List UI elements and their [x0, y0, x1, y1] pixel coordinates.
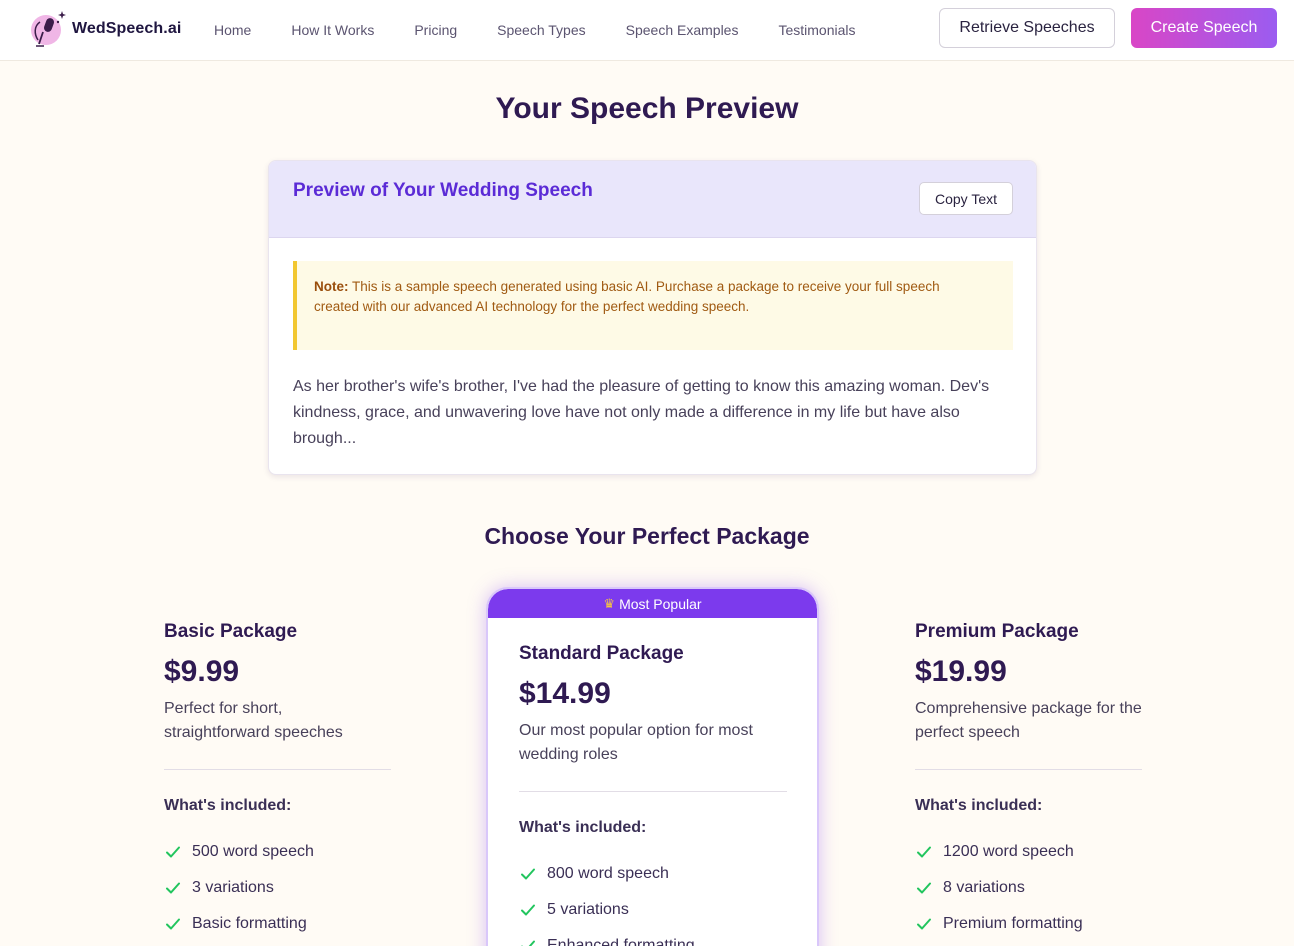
feature-label: 3 variations — [192, 879, 274, 896]
feature-label: Enhanced formatting — [547, 937, 695, 946]
feature-item: 8 variations — [915, 870, 1142, 906]
feature-label: 1200 word speech — [943, 843, 1074, 860]
included-heading: What's included: — [915, 797, 1043, 814]
package-price: $14.99 — [519, 677, 611, 710]
sample-note: Note: This is a sample speech generated … — [293, 261, 1013, 350]
preview-title: Preview of Your Wedding Speech — [293, 180, 593, 201]
feature-list: 1200 word speech 8 variations Premium fo… — [915, 834, 1142, 942]
feature-list: 500 word speech 3 variations Basic forma… — [164, 834, 391, 942]
note-text: This is a sample speech generated using … — [314, 279, 940, 314]
check-icon — [917, 918, 931, 930]
package-name: Standard Package — [519, 643, 684, 664]
nav-link-how-it-works[interactable]: How It Works — [291, 22, 374, 38]
package-price: $9.99 — [164, 655, 240, 688]
package-description: Our most popular option for most wedding… — [519, 722, 753, 763]
included-heading: What's included: — [519, 819, 647, 836]
package-description: Comprehensive package for the perfect sp… — [915, 700, 1142, 741]
check-icon — [166, 846, 180, 858]
microphone-heart-icon — [31, 11, 66, 47]
feature-item: 500 word speech — [164, 834, 391, 870]
feature-item: 5 variations — [519, 892, 787, 928]
feature-label: 800 word speech — [547, 865, 669, 882]
nav-link-pricing[interactable]: Pricing — [414, 22, 457, 38]
check-icon — [521, 940, 535, 946]
check-icon — [166, 918, 180, 930]
most-popular-badge: ♛ Most Popular — [488, 589, 817, 618]
package-description: Perfect for short, straightforward speec… — [164, 700, 343, 741]
speech-preview-text: As her brother's wife's brother, I've ha… — [293, 378, 990, 447]
included-heading: What's included: — [164, 797, 292, 814]
standard-package: Standard Package $14.99 Our most popular… — [519, 643, 787, 946]
nav-link-home[interactable]: Home — [214, 22, 251, 38]
package-price: $19.99 — [915, 655, 1007, 688]
feature-item: 3 variations — [164, 870, 391, 906]
feature-label: Premium formatting — [943, 915, 1083, 932]
most-popular-label: Most Popular — [619, 595, 702, 612]
note-label: Note: — [314, 279, 349, 294]
feature-label: 500 word speech — [192, 843, 314, 860]
check-icon — [521, 868, 535, 880]
nav-link-testimonials[interactable]: Testimonials — [778, 22, 855, 38]
page-title: Your Speech Preview — [495, 92, 799, 125]
divider — [519, 791, 787, 792]
package-name: Premium Package — [915, 621, 1079, 642]
feature-item: Enhanced formatting — [519, 928, 787, 946]
check-icon — [166, 882, 180, 894]
top-navigation: WedSpeech.ai Home How It Works Pricing S… — [0, 0, 1294, 61]
brand-name: WedSpeech.ai — [72, 20, 182, 37]
speech-preview-card: Preview of Your Wedding Speech Copy Text… — [268, 160, 1037, 475]
basic-package: Basic Package $9.99 Perfect for short, s… — [164, 621, 391, 942]
feature-item: 800 word speech — [519, 856, 787, 892]
divider — [915, 769, 1142, 770]
copy-text-button[interactable]: Copy Text — [919, 182, 1013, 215]
premium-package: Premium Package $19.99 Comprehensive pac… — [915, 621, 1142, 942]
retrieve-speeches-button[interactable]: Retrieve Speeches — [939, 8, 1115, 48]
feature-item: Basic formatting — [164, 906, 391, 942]
crown-icon: ♛ — [603, 595, 616, 611]
packages-title: Choose Your Perfect Package — [484, 523, 810, 549]
feature-item: 1200 word speech — [915, 834, 1142, 870]
nav-link-speech-types[interactable]: Speech Types — [497, 22, 585, 38]
brand-logo[interactable]: WedSpeech.ai — [28, 8, 181, 50]
feature-label: 8 variations — [943, 879, 1025, 896]
check-icon — [521, 904, 535, 916]
divider — [164, 769, 391, 770]
package-name: Basic Package — [164, 621, 298, 642]
check-icon — [917, 882, 931, 894]
nav-links: Home How It Works Pricing Speech Types S… — [214, 0, 896, 60]
create-speech-button[interactable]: Create Speech — [1131, 8, 1277, 48]
nav-link-speech-examples[interactable]: Speech Examples — [626, 22, 739, 38]
preview-header: Preview of Your Wedding Speech Copy Text — [269, 161, 1036, 238]
feature-label: 5 variations — [547, 901, 629, 918]
check-icon — [917, 846, 931, 858]
feature-item: Premium formatting — [915, 906, 1142, 942]
feature-list: 800 word speech 5 variations Enhanced fo… — [519, 856, 787, 946]
feature-label: Basic formatting — [192, 915, 307, 932]
standard-package-card[interactable]: ♛ Most Popular Standard Package $14.99 O… — [486, 587, 819, 946]
